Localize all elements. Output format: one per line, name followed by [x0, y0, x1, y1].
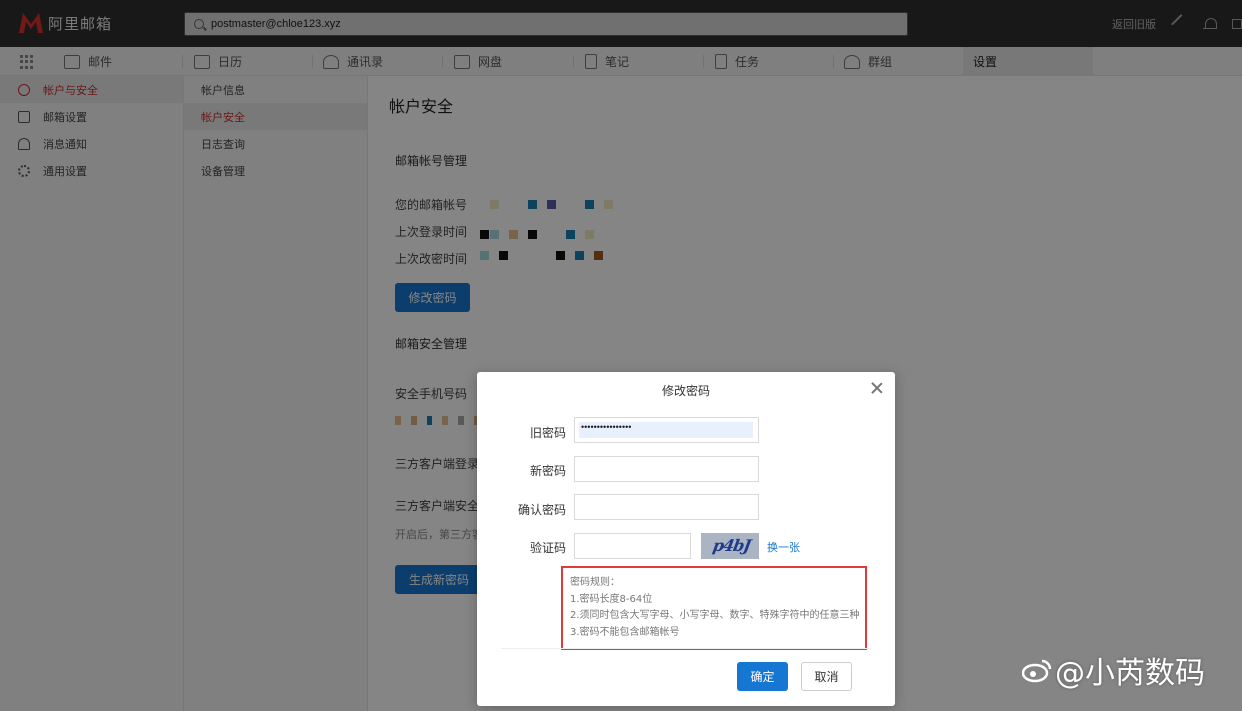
old-password-value: ••••••••••••••••	[581, 422, 632, 432]
confirm-password-label: 确认密码	[517, 503, 566, 517]
refresh-captcha-link[interactable]: 换一张	[767, 539, 800, 555]
password-rules-box: 密码规则： 1.密码长度8-64位 2.须同时包含大写字母、小写字母、数字、特殊…	[561, 566, 867, 650]
dialog-divider	[501, 648, 871, 649]
captcha-input[interactable]	[574, 533, 691, 559]
captcha-label: 验证码	[529, 541, 566, 555]
cancel-button[interactable]: 取消	[801, 662, 852, 691]
rules-heading: 密码规则：	[570, 577, 620, 588]
captcha-image[interactable]: p4bJ	[701, 533, 759, 559]
watermark: @小芮数码	[1022, 648, 1205, 692]
old-password-input[interactable]: ••••••••••••••••	[574, 417, 759, 443]
rule-no-account: 3.密码不能包含邮箱帐号	[570, 626, 680, 638]
weibo-logo-icon	[1022, 659, 1052, 683]
dialog-title: 修改密码	[661, 384, 710, 398]
rule-complexity: 2.须同时包含大写字母、小写字母、数字、特殊字符中的任意三种	[570, 610, 860, 621]
old-password-label: 旧密码	[529, 426, 566, 440]
new-password-label: 新密码	[529, 464, 566, 478]
captcha-text: p4bJ	[711, 536, 752, 555]
change-password-dialog: 修改密码 旧密码 •••••••••••••••• 新密码 确认密码 验证码 p…	[477, 372, 895, 706]
confirm-button[interactable]: 确定	[737, 662, 788, 691]
watermark-text: @小芮数码	[1055, 656, 1205, 691]
close-icon[interactable]	[871, 382, 883, 394]
rule-length: 1.密码长度8-64位	[570, 593, 653, 605]
confirm-password-input[interactable]	[574, 494, 759, 520]
new-password-input[interactable]	[574, 456, 759, 482]
